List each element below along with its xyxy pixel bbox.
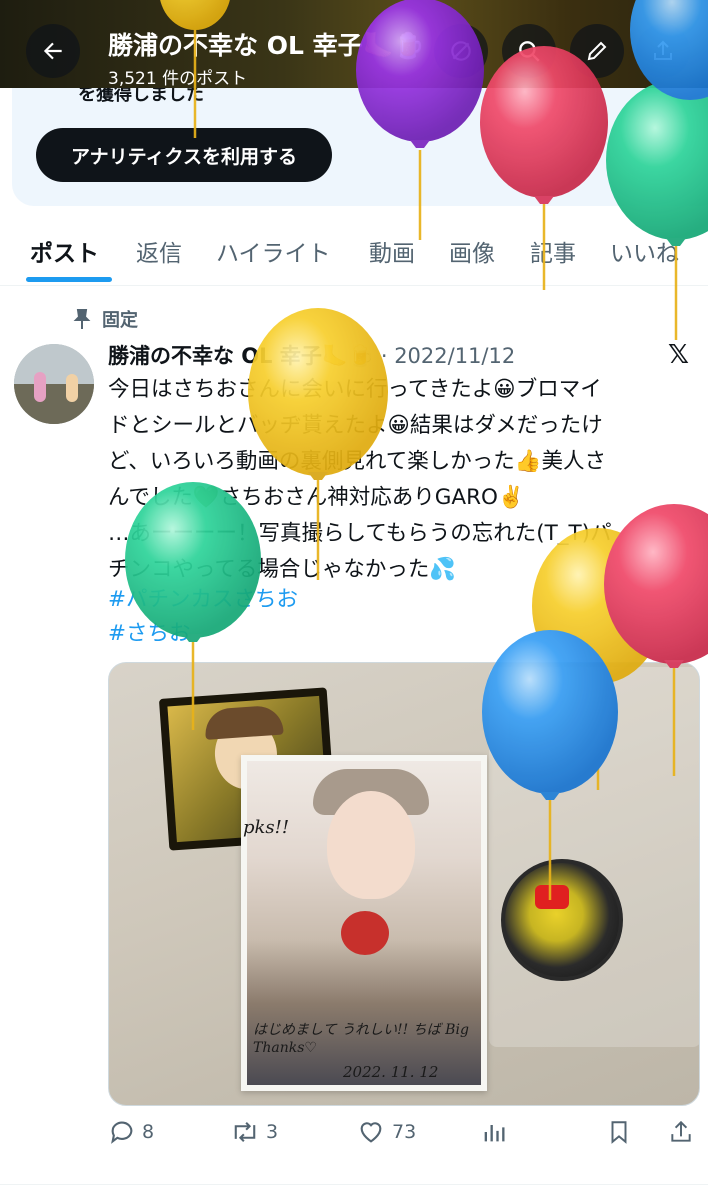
header-title-block: 勝浦の不幸な OL 幸子🦶🍺 3,521 件のポスト bbox=[108, 26, 425, 89]
post-text-line: 今日はさちおさんに会いに行ってきたよ😀ブロマイ bbox=[108, 377, 602, 402]
post-header: 勝浦の不幸な OL 幸子🦶🍺 · 2022/11/12 bbox=[108, 340, 648, 370]
share-icon bbox=[671, 1120, 691, 1142]
signed-bromide: pks!! はじめまして うれしい!! ちば Big Thanks♡ 2022.… bbox=[241, 755, 487, 1091]
x-logo-icon: 𝕏 bbox=[668, 340, 689, 370]
signature-message: はじめまして うれしい!! ちば Big Thanks♡ bbox=[253, 1022, 469, 1056]
post-divider bbox=[0, 1184, 708, 1185]
hashtag-link[interactable]: #さちお bbox=[108, 616, 191, 647]
slash-circle-icon bbox=[451, 41, 471, 61]
tab-likes[interactable]: いいね bbox=[610, 234, 679, 268]
tab-posts[interactable]: ポスト bbox=[30, 234, 99, 268]
post-text-line: んでした💚さちおさん神対応ありGARO✌️ bbox=[108, 485, 525, 510]
profile-tabs: ポスト 返信 ハイライト 動画 画像 記事 いいね bbox=[0, 206, 708, 286]
youtube-logo-icon bbox=[535, 885, 569, 909]
post-actions: 8 3 73 bbox=[108, 1118, 700, 1158]
post-text: 今日はさちおさんに会いに行ってきたよ😀ブロマイ ドとシールとバッヂ貰えたよ😀結果… bbox=[108, 372, 700, 588]
post-text-line: ど、いろいろ動画の裏側見れて楽しかった👍美人さ bbox=[108, 449, 607, 474]
search-icon bbox=[519, 41, 540, 62]
tab-articles[interactable]: 記事 bbox=[530, 234, 576, 268]
post-text-line: …あーーーー！写真撮らしてもらうの忘れた(T_T)パ bbox=[108, 521, 612, 546]
pencil-icon bbox=[587, 41, 607, 61]
search-button[interactable] bbox=[502, 24, 556, 78]
like-button[interactable]: 73 bbox=[356, 1118, 416, 1146]
arrow-left-icon bbox=[43, 42, 62, 60]
hashtag-link[interactable]: #パチンカスさちお bbox=[108, 582, 298, 613]
tab-replies[interactable]: 返信 bbox=[136, 234, 182, 268]
post-text-line: ドとシールとバッヂ貰えたよ😀結果はダメだったけ bbox=[108, 413, 603, 438]
tab-images[interactable]: 画像 bbox=[449, 234, 495, 268]
can-badge bbox=[501, 859, 623, 981]
author-name[interactable]: 勝浦の不幸な OL 幸子🦶🍺 bbox=[108, 344, 374, 368]
post-count: 3,521 件のポスト bbox=[108, 69, 248, 89]
back-button[interactable] bbox=[26, 24, 80, 78]
heart-icon bbox=[360, 1122, 382, 1143]
share-icon bbox=[654, 40, 672, 60]
edit-button[interactable] bbox=[570, 24, 624, 78]
like-count: 73 bbox=[392, 1121, 417, 1143]
repost-button[interactable]: 3 bbox=[230, 1118, 278, 1146]
reply-count: 8 bbox=[142, 1121, 155, 1143]
header-title: 勝浦の不幸な OL 幸子🦶🍺 bbox=[108, 31, 425, 60]
pinned-indicator: 固定 bbox=[72, 306, 138, 332]
grok-button[interactable] bbox=[434, 24, 488, 78]
bookmark-icon bbox=[611, 1121, 627, 1144]
views-button[interactable] bbox=[480, 1118, 508, 1146]
post-date[interactable]: · 2022/11/12 bbox=[381, 344, 515, 368]
bookmark-button[interactable] bbox=[606, 1118, 632, 1146]
tab-videos[interactable]: 動画 bbox=[369, 234, 415, 268]
plastic-bag bbox=[489, 667, 699, 1047]
analytics-icon bbox=[484, 1125, 505, 1142]
repost-count: 3 bbox=[266, 1121, 279, 1143]
share-button[interactable] bbox=[636, 24, 690, 78]
reply-button[interactable]: 8 bbox=[108, 1118, 154, 1146]
post-image[interactable]: pks!! はじめまして うれしい!! ちば Big Thanks♡ 2022.… bbox=[108, 662, 700, 1106]
signature-date: 2022. 11. 12 bbox=[343, 1063, 439, 1081]
pinned-label: 固定 bbox=[102, 310, 138, 331]
reply-icon bbox=[111, 1121, 133, 1144]
profile-header: 勝浦の不幸な OL 幸子🦶🍺 3,521 件のポスト bbox=[0, 0, 708, 89]
pin-icon bbox=[73, 309, 91, 329]
share-post-button[interactable] bbox=[668, 1118, 694, 1146]
active-tab-indicator bbox=[26, 277, 112, 282]
avatar[interactable] bbox=[14, 344, 94, 424]
analytics-button[interactable]: アナリティクスを利用する bbox=[36, 128, 332, 182]
tab-highlights[interactable]: ハイライト bbox=[216, 234, 331, 268]
repost-icon bbox=[234, 1122, 256, 1142]
signature-top: pks!! bbox=[243, 817, 290, 838]
